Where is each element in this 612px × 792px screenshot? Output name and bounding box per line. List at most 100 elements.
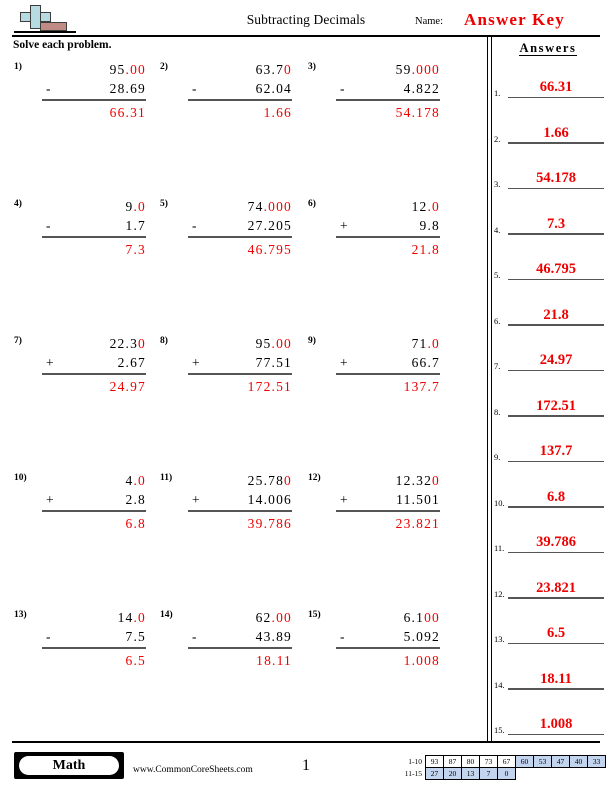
operand-top: 95.00	[42, 60, 146, 79]
sum-rule	[188, 647, 292, 649]
problem-answer: 39.786	[247, 515, 292, 531]
operator-sign: +	[192, 355, 201, 370]
operand-top: 95.00	[188, 334, 292, 353]
problem-answer: 21.8	[411, 241, 440, 257]
operand-bottom-value: 27.205	[247, 218, 292, 233]
problem-stack: 12.320 +11.501 23.821	[336, 471, 440, 533]
operand-top-added-zeros: .0	[133, 610, 146, 625]
operator-sign: -	[46, 218, 52, 233]
sum-rule	[336, 647, 440, 649]
answer-value: 23.821	[536, 579, 576, 596]
operator-sign: +	[46, 492, 55, 507]
header-divider-rule	[12, 35, 600, 38]
operand-top: 71.0	[336, 334, 440, 353]
operand-bottom-row: - 1.7	[42, 216, 146, 235]
answer-entry-9: 9. 137.7	[492, 428, 608, 462]
problem-row: 4) 9.0-1.7 7.3 5) 74.000-27.205 46.795 6) 12.0 +…	[0, 197, 487, 334]
answer-entry-2: 2. 1.66	[492, 110, 608, 144]
problem-row: 1) 95.00 - 28.69 66.31 2) 63.70 - 62.04 1.66 3) 59.…	[0, 60, 487, 197]
operand-bottom-value: 2.8	[125, 492, 146, 507]
operand-top-given: 62	[255, 610, 272, 625]
operand-bottom-value: 28.69	[109, 81, 146, 96]
operator-sign: +	[340, 492, 349, 507]
operator-sign: -	[46, 629, 52, 644]
answer-blank-line	[508, 233, 604, 235]
problem-number: 14)	[160, 610, 173, 620]
answer-entry-6: 6. 21.8	[492, 292, 608, 326]
sum-rule	[188, 99, 292, 101]
operand-top: 25.780	[188, 471, 292, 490]
operand-top-added-zeros: 0	[284, 62, 292, 77]
operator-sign: -	[340, 81, 346, 96]
operand-top-given: 22.3	[109, 336, 139, 351]
operand-bottom-value: 9.8	[419, 218, 440, 233]
problem-answer: 137.7	[403, 378, 440, 394]
operand-bottom-value: 43.89	[255, 629, 292, 644]
operand-bottom-row: - 27.205	[188, 216, 292, 235]
operand-bottom-row: +11.501	[336, 490, 440, 509]
answer-index: 10.	[494, 497, 505, 508]
answer-blank-line	[508, 187, 604, 189]
score-cell: 80	[461, 755, 480, 768]
answer-index: 11.	[494, 543, 505, 553]
score-cell: 13	[461, 767, 480, 780]
operand-top-given: 14	[117, 610, 134, 625]
divider-line-left	[487, 36, 489, 741]
problem-number: 10)	[14, 473, 27, 483]
answer-value: 18.11	[540, 670, 572, 687]
answer-blank-line	[508, 551, 604, 553]
problem-number: 7)	[14, 336, 22, 346]
problem-grid: 1) 95.00-28.69 66.31 2) 63.70-62.04 1.66 3) 59.…	[0, 60, 487, 745]
score-cell: 87	[443, 755, 462, 768]
answer-value: 172.51	[536, 397, 576, 414]
operand-top-given: 59	[395, 62, 412, 77]
operand-top: 12.320	[336, 471, 440, 490]
operand-top: 14.0	[42, 608, 146, 627]
answer-index: 14.	[494, 679, 505, 690]
operand-top-given: 6.1	[403, 610, 425, 625]
answer-entry-5: 5. 46.795	[492, 246, 608, 280]
operand-bottom-value: 7.5	[125, 629, 146, 644]
answer-index: 8.	[494, 406, 501, 417]
score-cell-empty	[516, 768, 534, 780]
problem-stack: 95.00 - 28.69 66.31	[42, 60, 146, 122]
answer-value: 6.8	[546, 488, 566, 505]
operand-bottom-value: 77.51	[255, 355, 292, 370]
answer-blank-line	[508, 688, 604, 690]
score-table-body: 1-10 93 87 80 73 67 60 53 47 40 33 11-15 27 20 13 7 0	[398, 755, 606, 780]
problem-answer: 23.821	[395, 515, 440, 531]
score-reference-table: 1-10 93 87 80 73 67 60 53 47 40 33 11-15 27 20 13 7 0	[398, 755, 606, 780]
answers-heading-text: Answers	[519, 41, 577, 56]
worksheet-header: Subtracting Decimals Name: Answer Key	[0, 0, 612, 36]
operand-bottom-row: +14.006	[188, 490, 292, 509]
operand-top-added-zeros: 0	[138, 336, 146, 351]
problem-answer: 1.008	[403, 652, 440, 668]
problem-answer: 66.31	[109, 104, 146, 120]
operand-top-given: 95	[255, 336, 272, 351]
operator-sign: -	[192, 218, 198, 233]
operand-top-added-zeros: .000	[411, 62, 440, 77]
operand-top: 6.100	[336, 608, 440, 627]
answer-index: 9.	[494, 452, 501, 462]
score-cell: 40	[569, 755, 588, 768]
operand-top-added-zeros: .00	[271, 336, 292, 351]
answer-entry-12: 12. 23.821	[492, 565, 608, 599]
operand-bottom-row: - 62.04	[188, 79, 292, 98]
operator-sign: +	[192, 492, 201, 507]
operator-sign: -	[192, 81, 198, 96]
answer-value: 24.97	[539, 352, 573, 368]
operand-top-added-zeros: .00	[271, 610, 292, 625]
answer-value: 137.7	[539, 443, 573, 459]
answer-blank-line	[508, 460, 604, 462]
problem-number: 1)	[14, 62, 22, 72]
problem-stack: 95.00 +77.51 172.51	[188, 334, 292, 396]
operand-top: 59.000	[336, 60, 440, 79]
problem-number: 12)	[308, 473, 321, 483]
operand-top-given: 71	[411, 336, 428, 351]
operand-top-given: 74	[247, 199, 264, 214]
problem-row: 7) 22.30 +2.67 24.97 8) 95.00 +77.51 172.51 9) 71…	[0, 334, 487, 471]
answer-blank-line	[508, 506, 604, 508]
problem-stack: 74.000 - 27.205 46.795	[188, 197, 292, 259]
answer-index: 6.	[494, 315, 501, 326]
footer-divider-rule	[12, 741, 600, 744]
